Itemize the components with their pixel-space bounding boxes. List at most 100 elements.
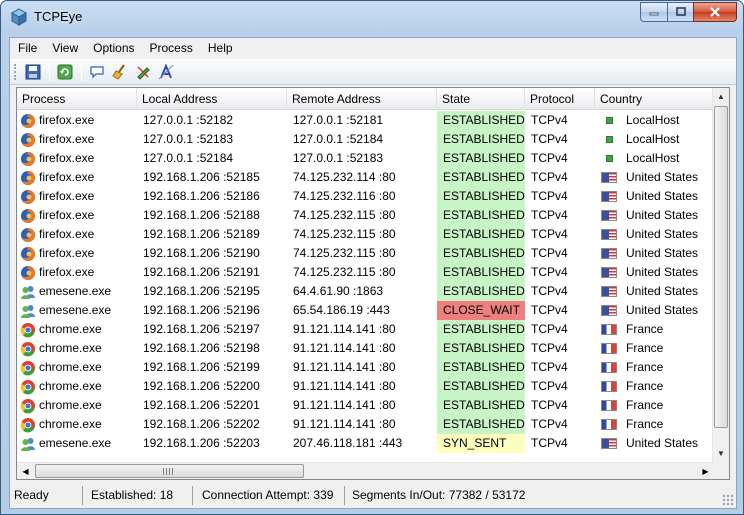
country-name: France: [626, 379, 664, 393]
window-title: TCPEye: [34, 9, 83, 24]
resize-grip-icon[interactable]: [722, 494, 734, 506]
table-row[interactable]: firefox.exe 192.168.1.206 :52185 74.125.23…: [17, 168, 714, 187]
connections-list[interactable]: Process Local Address Remote Address Sta…: [16, 87, 730, 480]
cell-protocol: TCPv4: [531, 265, 568, 279]
horizontal-scrollbar[interactable]: ◀ ▶: [17, 462, 714, 479]
table-row[interactable]: emesene.exe 192.168.1.206 :52195 64.4.61.9…: [17, 282, 714, 301]
table-row[interactable]: firefox.exe 192.168.1.206 :52186 74.125.23…: [17, 187, 714, 206]
table-row[interactable]: firefox.exe 127.0.0.1 :52184 127.0.0.1 :52…: [17, 149, 714, 168]
table-row[interactable]: chrome.exe 192.168.1.206 :52198 91.121.114…: [17, 339, 714, 358]
cell-remote-address: 91.121.114.141 :80: [293, 341, 396, 355]
text-effect-button[interactable]: [155, 61, 177, 83]
column-header-remote-address[interactable]: Remote Address: [287, 88, 437, 110]
close-button[interactable]: [693, 2, 737, 22]
menu-process[interactable]: Process: [142, 38, 200, 58]
menu-options[interactable]: Options: [85, 38, 141, 58]
table-row[interactable]: firefox.exe 192.168.1.206 :52190 74.125.23…: [17, 244, 714, 263]
scroll-left-arrow-icon[interactable]: ◀: [17, 463, 34, 479]
cell-process: firefox.exe: [17, 168, 137, 187]
us-flag-icon: [601, 305, 617, 316]
broom-button[interactable]: [109, 61, 131, 83]
column-header-local-address[interactable]: Local Address: [137, 88, 287, 110]
table-row[interactable]: emesene.exe 192.168.1.206 :52196 65.54.186…: [17, 301, 714, 320]
cell-protocol: TCPv4: [531, 303, 568, 317]
table-row[interactable]: firefox.exe 192.168.1.206 :52191 74.125.23…: [17, 263, 714, 282]
chrome-icon: [20, 379, 36, 395]
us-flag-icon: [601, 210, 617, 221]
minimize-icon: [649, 12, 659, 16]
maximize-button[interactable]: [667, 2, 693, 22]
table-row[interactable]: chrome.exe 192.168.1.206 :52199 91.121.114…: [17, 358, 714, 377]
status-segments: Segments In/Out: 77382 / 53172: [352, 488, 526, 502]
vertical-scrollbar[interactable]: ▲ ▼: [712, 88, 729, 462]
cell-country: United States: [595, 187, 714, 206]
us-flag-icon: [601, 248, 617, 259]
menu-help[interactable]: Help: [200, 38, 240, 58]
process-name: chrome.exe: [39, 341, 102, 355]
cell-country: France: [595, 320, 714, 339]
minimize-button[interactable]: [640, 2, 667, 22]
cell-remote-address: 74.125.232.116 :80: [293, 189, 396, 203]
table-row[interactable]: chrome.exe 192.168.1.206 :52200 91.121.114…: [17, 377, 714, 396]
table-row[interactable]: chrome.exe 192.168.1.206 :52202 91.121.114…: [17, 415, 714, 434]
vertical-scroll-thumb[interactable]: [714, 106, 728, 428]
process-name: firefox.exe: [39, 265, 95, 279]
cell-state: ESTABLISHED: [437, 282, 525, 301]
toolbar-grip[interactable]: [14, 64, 17, 80]
refresh-button[interactable]: [54, 61, 76, 83]
cell-state: ESTABLISHED: [437, 187, 525, 206]
process-name: chrome.exe: [39, 379, 102, 393]
firefox-icon: [20, 132, 36, 148]
country-name: LocalHost: [626, 151, 680, 165]
status-bar: Ready Established: 18 Connection Attempt…: [10, 483, 736, 508]
table-row[interactable]: firefox.exe 127.0.0.1 :52183 127.0.0.1 :52…: [17, 130, 714, 149]
cell-country: France: [595, 339, 714, 358]
france-flag-icon: [601, 419, 617, 430]
status-connection-attempt: Connection Attempt: 339: [193, 486, 345, 505]
app-cube-icon: [10, 8, 28, 26]
process-name: emesene.exe: [39, 303, 112, 317]
us-flag-icon: [601, 286, 617, 297]
country-name: LocalHost: [626, 113, 680, 127]
column-header-process[interactable]: Process: [17, 88, 137, 110]
table-row[interactable]: chrome.exe 192.168.1.206 :52201 91.121.114…: [17, 396, 714, 415]
menu-view[interactable]: View: [44, 38, 85, 58]
us-flag-icon: [601, 191, 617, 202]
column-header-country[interactable]: Country: [595, 88, 714, 110]
table-row[interactable]: emesene.exe 192.168.1.206 :52203 207.46.11…: [17, 434, 714, 453]
cell-local-address: 192.168.1.206 :52201: [143, 398, 260, 412]
cell-country: United States: [595, 225, 714, 244]
table-row[interactable]: firefox.exe 192.168.1.206 :52189 74.125.23…: [17, 225, 714, 244]
table-row[interactable]: firefox.exe 127.0.0.1 :52182 127.0.0.1 :52…: [17, 111, 714, 130]
emesene-icon: [20, 436, 36, 452]
column-header-protocol[interactable]: Protocol: [525, 88, 595, 110]
cell-state: ESTABLISHED: [437, 149, 525, 168]
table-row[interactable]: firefox.exe 192.168.1.206 :52188 74.125.23…: [17, 206, 714, 225]
country-name: United States: [626, 170, 699, 184]
cell-process: firefox.exe: [17, 263, 137, 282]
cell-local-address: 192.168.1.206 :52189: [143, 227, 260, 241]
pen-button[interactable]: [132, 61, 154, 83]
chrome-icon: [20, 417, 36, 433]
scroll-down-arrow-icon[interactable]: ▼: [713, 445, 729, 462]
cell-country: United States: [595, 244, 714, 263]
toolbar-separator: [81, 63, 82, 81]
cell-remote-address: 74.125.232.115 :80: [293, 246, 396, 260]
title-bar[interactable]: TCPEye: [1, 1, 743, 37]
cell-protocol: TCPv4: [531, 436, 568, 450]
cell-local-address: 192.168.1.206 :52186: [143, 189, 260, 203]
horizontal-scroll-thumb[interactable]: [35, 464, 304, 478]
menu-file[interactable]: File: [10, 38, 44, 58]
cell-protocol: TCPv4: [531, 208, 568, 222]
save-button[interactable]: [22, 61, 44, 83]
column-header-state[interactable]: State: [437, 88, 525, 110]
chat-balloon-button[interactable]: [86, 61, 108, 83]
chat-balloon-icon: [90, 66, 104, 79]
us-flag-icon: [601, 267, 617, 278]
us-flag-icon: [601, 172, 617, 183]
cell-protocol: TCPv4: [531, 189, 568, 203]
cell-remote-address: 65.54.186.19 :443: [293, 303, 390, 317]
cell-country: United States: [595, 301, 714, 320]
scroll-up-arrow-icon[interactable]: ▲: [713, 88, 729, 105]
table-row[interactable]: chrome.exe 192.168.1.206 :52197 91.121.114…: [17, 320, 714, 339]
